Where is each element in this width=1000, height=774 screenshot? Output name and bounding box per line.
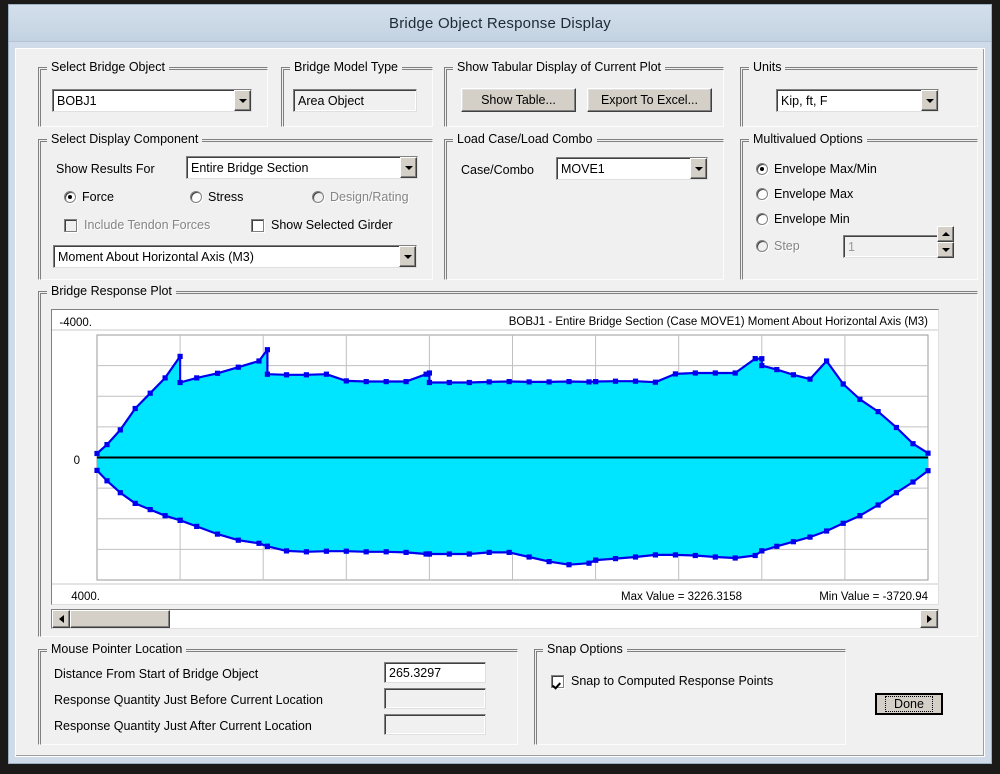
step-value-field: 1: [843, 235, 939, 258]
max-value-label: Max Value = 3226.3158: [621, 591, 742, 603]
show-results-for-label: Show Results For: [56, 162, 155, 176]
radio-dot-icon: [756, 188, 768, 200]
scroll-right-icon[interactable]: [920, 610, 938, 628]
radio-step-label: Step: [774, 239, 800, 253]
group-label-snap-options: Snap Options: [543, 642, 627, 656]
radio-envelope-max-min[interactable]: Envelope Max/Min: [756, 162, 877, 176]
radio-stress-label: Stress: [208, 190, 244, 204]
plot-svg: BOBJ1 - Entire Bridge Section (Case MOVE…: [52, 310, 938, 604]
checkbox-show-selected-girder-label: Show Selected Girder: [271, 218, 393, 232]
chevron-down-icon[interactable]: [234, 90, 251, 111]
y-tick-top: -4000.: [59, 317, 92, 329]
desktop-background: Bridge Object Response Display Select Br…: [0, 0, 1000, 774]
chevron-down-icon[interactable]: [921, 90, 938, 111]
plot-title: BOBJ1 - Entire Bridge Section (Case MOVE…: [509, 316, 928, 328]
min-value-label: Min Value = -3720.94: [819, 591, 928, 603]
radio-dot-icon: [64, 191, 76, 203]
units-combo[interactable]: Kip, ft, F: [776, 89, 939, 112]
y-tick-zero: 0: [74, 455, 80, 467]
radio-step: Step: [756, 239, 800, 253]
radio-dot-icon: [190, 191, 202, 203]
window-title: Bridge Object Response Display: [389, 14, 611, 32]
distance-from-start-label: Distance From Start of Bridge Object: [54, 667, 259, 681]
group-label-select-display-component: Select Display Component: [47, 132, 203, 146]
step-spinner[interactable]: [937, 226, 954, 258]
plot-content: [94, 334, 931, 581]
checkbox-icon: [64, 218, 77, 232]
radio-design-rating: Design/Rating: [312, 190, 409, 204]
group-label-multivalued-options: Multivalued Options: [749, 132, 867, 146]
checkbox-include-tendon-forces: Include Tendon Forces: [64, 218, 210, 232]
radio-envelope-max-min-label: Envelope Max/Min: [774, 162, 877, 176]
y-tick-bottom: 4000.: [71, 591, 100, 603]
checkbox-icon: [251, 218, 264, 232]
dialog-window: Bridge Object Response Display Select Br…: [8, 4, 992, 764]
scrollbar-thumb[interactable]: [70, 610, 170, 628]
response-after-field: [384, 714, 486, 735]
bridge-object-combo[interactable]: BOBJ1: [52, 89, 252, 112]
response-component-value: Moment About Horizontal Axis (M3): [58, 249, 254, 264]
units-combo-value: Kip, ft, F: [781, 93, 828, 108]
group-label-units: Units: [749, 60, 786, 74]
distance-from-start-field[interactable]: 265.3297: [384, 662, 486, 683]
radio-design-rating-label: Design/Rating: [330, 190, 409, 204]
response-plot[interactable]: BOBJ1 - Entire Bridge Section (Case MOVE…: [51, 309, 939, 605]
case-combo-dropdown[interactable]: MOVE1: [556, 157, 708, 180]
checkbox-include-tendon-forces-label: Include Tendon Forces: [84, 218, 211, 232]
group-label-bridge-response-plot: Bridge Response Plot: [47, 284, 176, 298]
scrollbar-track[interactable]: [170, 610, 920, 628]
spinner-down-icon[interactable]: [937, 242, 954, 258]
response-after-label: Response Quantity Just After Current Loc…: [54, 719, 312, 733]
group-label-load-case: Load Case/Load Combo: [453, 132, 597, 146]
export-to-excel-button[interactable]: Export To Excel...: [587, 88, 712, 112]
bridge-model-type-value: Area Object: [293, 89, 417, 112]
radio-envelope-max-label: Envelope Max: [774, 187, 854, 201]
spinner-up-icon[interactable]: [937, 226, 954, 242]
done-button[interactable]: Done: [875, 693, 943, 715]
case-combo-value: MOVE1: [561, 161, 605, 176]
group-label-bridge-model-type: Bridge Model Type: [290, 60, 402, 74]
radio-envelope-min[interactable]: Envelope Min: [756, 212, 850, 226]
case-combo-label: Case/Combo: [461, 163, 534, 177]
chevron-down-icon[interactable]: [690, 158, 707, 179]
chevron-down-icon[interactable]: [400, 157, 417, 178]
radio-dot-icon: [312, 191, 324, 203]
response-before-field: [384, 688, 486, 709]
dialog-client-area: Select Bridge Object BOBJ1 Bridge Model …: [15, 48, 985, 757]
radio-stress[interactable]: Stress: [190, 190, 243, 204]
scroll-left-icon[interactable]: [52, 610, 70, 628]
bridge-object-combo-value: BOBJ1: [57, 93, 97, 108]
plot-horizontal-scrollbar[interactable]: [51, 609, 939, 629]
radio-envelope-min-label: Envelope Min: [774, 212, 850, 226]
checkbox-icon: [551, 674, 564, 688]
group-label-tabular-display: Show Tabular Display of Current Plot: [453, 60, 666, 74]
radio-force[interactable]: Force: [64, 190, 114, 204]
radio-dot-icon: [756, 213, 768, 225]
checkbox-snap-label: Snap to Computed Response Points: [571, 674, 774, 688]
show-table-button[interactable]: Show Table...: [461, 88, 576, 112]
group-label-select-bridge-object: Select Bridge Object: [47, 60, 169, 74]
show-results-for-value: Entire Bridge Section: [191, 160, 309, 175]
group-snap-options: Snap Options: [534, 642, 846, 745]
checkbox-show-selected-girder[interactable]: Show Selected Girder: [251, 218, 393, 232]
radio-dot-icon: [756, 240, 768, 252]
response-component-combo[interactable]: Moment About Horizontal Axis (M3): [53, 245, 417, 268]
radio-dot-icon: [756, 163, 768, 175]
done-button-label: Done: [885, 696, 933, 712]
group-multivalued-options: Multivalued Options: [740, 132, 978, 280]
title-bar: Bridge Object Response Display: [9, 5, 991, 42]
checkbox-snap-to-computed-points[interactable]: Snap to Computed Response Points: [551, 674, 773, 688]
chevron-down-icon[interactable]: [399, 246, 416, 267]
group-label-mouse-pointer-location: Mouse Pointer Location: [47, 642, 187, 656]
radio-envelope-max[interactable]: Envelope Max: [756, 187, 853, 201]
radio-force-label: Force: [82, 190, 114, 204]
show-results-for-combo[interactable]: Entire Bridge Section: [186, 156, 418, 179]
response-before-label: Response Quantity Just Before Current Lo…: [54, 693, 323, 707]
